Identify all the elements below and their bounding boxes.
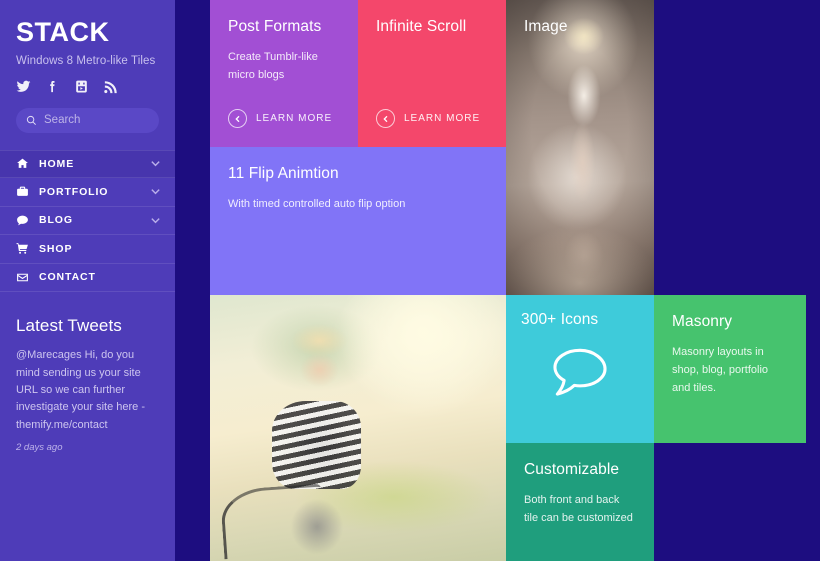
- tile-title: Masonry: [672, 313, 733, 330]
- chevron-left-icon: [228, 109, 247, 128]
- learn-more-link[interactable]: LEARN MORE: [228, 109, 332, 128]
- main-navigation: HOME PORTFOLIO BLOG SHOP CONTACT: [0, 149, 175, 293]
- chevron-down-icon[interactable]: [150, 186, 161, 197]
- sidebar-item-shop[interactable]: SHOP: [0, 235, 175, 264]
- sidebar: STACK Windows 8 Metro-like Tiles HOME: [0, 0, 175, 561]
- tile-description: Create Tumblr-like micro blogs: [228, 51, 318, 81]
- sidebar-item-label: PORTFOLIO: [39, 185, 109, 198]
- chevron-left-icon: [376, 109, 395, 128]
- search-box[interactable]: [16, 107, 159, 133]
- rss-icon[interactable]: [103, 79, 118, 94]
- tile-title: 300+ Icons: [521, 311, 599, 328]
- tile-title: Image: [524, 18, 568, 35]
- shopping-cart-icon: [16, 242, 33, 255]
- tile-post-formats[interactable]: Post Formats Create Tumblr-like micro bl…: [210, 0, 358, 147]
- tile-customizable[interactable]: Customizable Both front and back tile ca…: [506, 443, 654, 561]
- learn-more-label: LEARN MORE: [404, 113, 481, 124]
- sidebar-item-label: SHOP: [39, 242, 73, 255]
- tile-content: Infinite Scroll: [358, 0, 506, 54]
- tile-icons[interactable]: 300+ Icons: [506, 295, 654, 443]
- tile-grid: Post Formats Create Tumblr-like micro bl…: [210, 0, 806, 561]
- latest-tweets-widget: Latest Tweets @Marecages Hi, do you mind…: [0, 292, 175, 453]
- tile-content: Customizable Both front and back tile ca…: [506, 443, 654, 546]
- tile-content: Masonry Masonry layouts in shop, blog, p…: [654, 295, 806, 415]
- speech-bubble-icon: [551, 346, 609, 403]
- tile-image[interactable]: Image: [506, 0, 654, 295]
- tweet-timestamp: 2 days ago: [16, 442, 63, 454]
- tile-description: Masonry layouts in shop, blog, portfolio…: [672, 346, 769, 394]
- search-container: [0, 94, 175, 133]
- tile-content: 11 Flip Animtion With timed controlled a…: [210, 147, 506, 232]
- chat-bubble-icon: [16, 214, 33, 227]
- youtube-icon[interactable]: [74, 79, 89, 94]
- photo-vignette: [506, 0, 654, 295]
- social-links: [0, 67, 175, 94]
- tile-title: Customizable: [524, 461, 620, 478]
- sidebar-item-label: BLOG: [39, 214, 73, 227]
- tile-description: With timed controlled auto flip option: [228, 198, 406, 210]
- tweet-text: @Marecages Hi, do you mind sending us yo…: [16, 349, 146, 431]
- tile-masonry[interactable]: Masonry Masonry layouts in shop, blog, p…: [654, 295, 806, 443]
- search-icon: [26, 115, 36, 125]
- tile-content: Post Formats Create Tumblr-like micro bl…: [210, 0, 358, 103]
- envelope-icon: [16, 271, 33, 284]
- site-title: STACK: [16, 17, 110, 47]
- home-icon: [16, 157, 33, 170]
- sidebar-item-blog[interactable]: BLOG: [0, 207, 175, 236]
- widget-title: Latest Tweets: [16, 316, 122, 336]
- search-input[interactable]: [44, 114, 149, 127]
- sidebar-item-home[interactable]: HOME: [0, 149, 175, 179]
- learn-more-link[interactable]: LEARN MORE: [376, 109, 480, 128]
- chevron-down-icon[interactable]: [150, 215, 161, 226]
- tile-infinite-scroll[interactable]: Infinite Scroll LEARN MORE: [358, 0, 506, 147]
- chevron-down-icon[interactable]: [150, 158, 161, 169]
- sidebar-item-contact[interactable]: CONTACT: [0, 264, 175, 293]
- tile-title: 11 Flip Animtion: [228, 165, 339, 182]
- briefcase-icon: [16, 185, 33, 198]
- sidebar-item-label: CONTACT: [39, 271, 96, 284]
- facebook-icon[interactable]: [45, 79, 60, 94]
- tile-bike-photo[interactable]: [210, 295, 506, 561]
- tile-flip-animation[interactable]: 11 Flip Animtion With timed controlled a…: [210, 147, 506, 295]
- sidebar-item-portfolio[interactable]: PORTFOLIO: [0, 178, 175, 207]
- tile-description: Both front and back tile can be customiz…: [524, 494, 633, 524]
- tile-title: Infinite Scroll: [376, 18, 467, 35]
- sun-glow: [210, 295, 506, 561]
- site-tagline: Windows 8 Metro-like Tiles: [16, 54, 156, 67]
- sidebar-item-label: HOME: [39, 157, 75, 170]
- brand-block: STACK Windows 8 Metro-like Tiles: [0, 0, 175, 67]
- tile-content: 300+ Icons: [506, 295, 654, 345]
- learn-more-label: LEARN MORE: [256, 113, 333, 124]
- tile-title: Post Formats: [228, 18, 322, 35]
- twitter-icon[interactable]: [16, 79, 31, 94]
